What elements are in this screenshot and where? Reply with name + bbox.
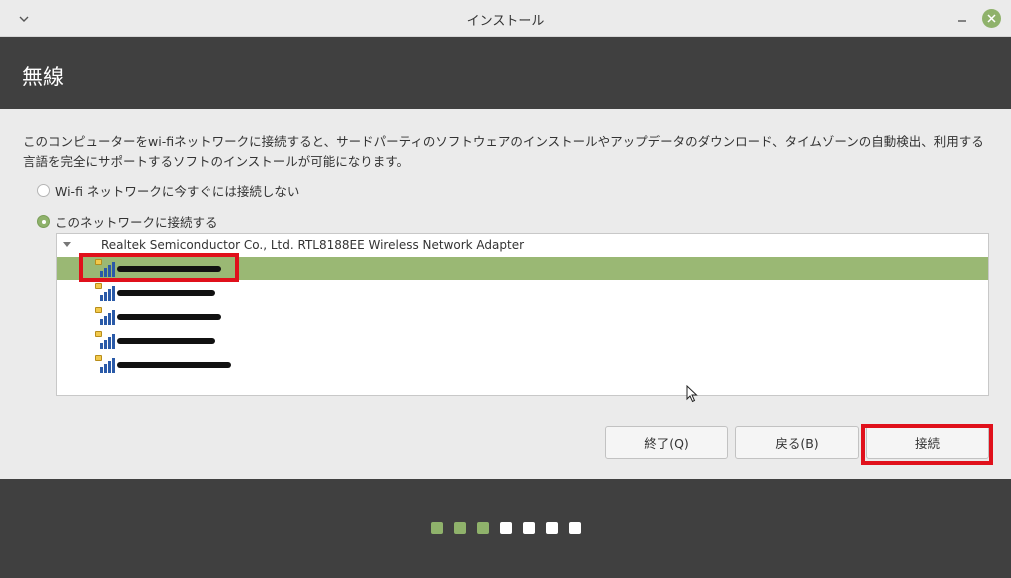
network-row[interactable]	[57, 329, 988, 352]
progress-dot	[477, 522, 489, 534]
ssid-redacted	[117, 314, 221, 320]
ssid-redacted	[117, 290, 215, 296]
close-button[interactable]	[982, 9, 1001, 28]
adapter-row[interactable]: Realtek Semiconductor Co., Ltd. RTL8188E…	[57, 234, 988, 256]
wifi-signal-icon	[100, 334, 115, 349]
window-titlebar: インストール	[0, 0, 1011, 37]
ssid-redacted	[117, 362, 231, 368]
ssid-redacted	[117, 338, 215, 344]
wifi-signal-icon	[100, 262, 115, 277]
window-title: インストール	[466, 14, 545, 29]
radio-connect[interactable]	[37, 215, 50, 228]
adapter-label: Realtek Semiconductor Co., Ltd. RTL8188E…	[101, 238, 525, 252]
progress-dot	[500, 522, 512, 534]
option-connect[interactable]: このネットワークに接続する	[37, 212, 218, 231]
description-text: このコンピューターをwi-fiネットワークに接続すると、サードパーティのソフトウ…	[23, 134, 984, 169]
progress-dot	[454, 522, 466, 534]
network-row[interactable]	[57, 257, 988, 280]
ssid-redacted	[117, 266, 221, 272]
network-list[interactable]: Realtek Semiconductor Co., Ltd. RTL8188E…	[56, 233, 989, 396]
mouse-cursor-icon	[686, 385, 698, 403]
option-connect-label: このネットワークに接続する	[55, 215, 218, 230]
option-dont-connect[interactable]: Wi-fi ネットワークに今すぐには接続しない	[37, 181, 299, 200]
expander-down-icon[interactable]	[63, 242, 71, 247]
radio-dont-connect[interactable]	[37, 184, 50, 197]
quit-button[interactable]: 終了(Q)	[605, 426, 728, 459]
progress-dot	[523, 522, 535, 534]
back-button[interactable]: 戻る(B)	[735, 426, 859, 459]
progress-dots	[431, 522, 581, 534]
minimize-icon	[958, 20, 966, 22]
progress-footer	[0, 479, 1011, 578]
progress-dot	[569, 522, 581, 534]
page-title: 無線	[22, 65, 64, 89]
wifi-signal-icon	[100, 310, 115, 325]
progress-dot	[546, 522, 558, 534]
network-row[interactable]	[57, 305, 988, 328]
main-content: このコンピューターをwi-fiネットワークに接続すると、サードパーティのソフトウ…	[0, 109, 1011, 479]
close-icon	[987, 14, 996, 23]
connect-button[interactable]: 接続	[866, 426, 989, 459]
wifi-signal-icon	[100, 358, 115, 373]
minimize-button[interactable]	[952, 9, 972, 29]
network-row[interactable]	[57, 281, 988, 304]
page-header: 無線	[0, 37, 1011, 109]
option-dont-connect-label: Wi-fi ネットワークに今すぐには接続しない	[55, 184, 300, 199]
progress-dot	[431, 522, 443, 534]
network-row[interactable]	[57, 353, 988, 376]
wifi-signal-icon	[100, 286, 115, 301]
